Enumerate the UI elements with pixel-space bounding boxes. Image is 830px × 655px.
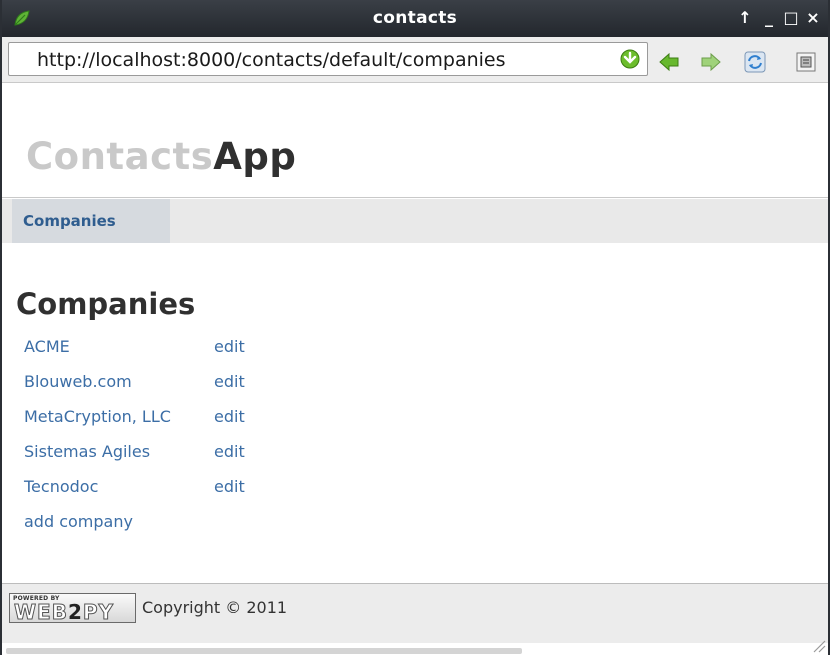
brand-light: Contacts: [26, 135, 214, 178]
edit-link[interactable]: edit: [214, 442, 245, 461]
company-link[interactable]: Sistemas Agiles: [24, 442, 150, 461]
add-company-link[interactable]: add company: [24, 512, 133, 531]
page-title: Companies: [16, 287, 196, 321]
company-link[interactable]: MetaCryption, LLC: [24, 407, 171, 426]
company-link[interactable]: ACME: [24, 337, 70, 356]
main-menu: Companies: [2, 199, 828, 243]
edit-link[interactable]: edit: [214, 407, 245, 426]
move-up-icon[interactable]: ↑: [735, 7, 755, 29]
horizontal-scrollbar[interactable]: [2, 644, 828, 655]
menu-item-companies[interactable]: Companies: [12, 199, 170, 243]
reload-icon[interactable]: [744, 51, 766, 73]
page-footer: POWERED BY WEB2PY Copyright © 2011: [2, 583, 828, 643]
title-bar[interactable]: contacts ↑ _ □ ×: [2, 0, 828, 37]
close-button[interactable]: ×: [803, 7, 823, 29]
address-bar[interactable]: http://localhost:8000/contacts/default/c…: [8, 42, 648, 76]
maximize-button[interactable]: □: [781, 7, 801, 29]
edit-link[interactable]: edit: [214, 477, 245, 496]
company-link[interactable]: Tecnodoc: [24, 477, 98, 496]
navigation-toolbar: http://localhost:8000/contacts/default/c…: [2, 37, 828, 83]
scrollbar-thumb[interactable]: [6, 648, 522, 654]
window-title: contacts: [372, 8, 458, 28]
page-header: ContactsApp: [2, 83, 828, 198]
minimize-button[interactable]: _: [759, 7, 779, 29]
web2py-badge[interactable]: POWERED BY WEB2PY: [9, 593, 136, 625]
edit-link[interactable]: edit: [214, 372, 245, 391]
browser-window: contacts ↑ _ □ × http://localhost:8000/c…: [0, 0, 830, 655]
badge-wordmark: WEB2PY: [14, 600, 115, 625]
copyright-text: Copyright © 2011: [142, 598, 288, 617]
web-page: ContactsApp Companies Companies ACME edi…: [2, 83, 828, 655]
badge-post: PY: [82, 600, 115, 625]
badge-two: 2: [67, 600, 83, 624]
back-icon[interactable]: [658, 51, 680, 73]
resize-grip-icon[interactable]: [812, 639, 826, 653]
brand-dark: App: [213, 135, 297, 178]
company-link[interactable]: Blouweb.com: [24, 372, 132, 391]
go-icon[interactable]: [619, 48, 641, 70]
address-url[interactable]: http://localhost:8000/contacts/default/c…: [37, 49, 506, 71]
forward-icon[interactable]: [700, 51, 722, 73]
page-icon[interactable]: [795, 51, 817, 73]
badge-pre: WEB: [14, 600, 68, 625]
app-logo[interactable]: ContactsApp: [26, 135, 296, 178]
edit-link[interactable]: edit: [214, 337, 245, 356]
